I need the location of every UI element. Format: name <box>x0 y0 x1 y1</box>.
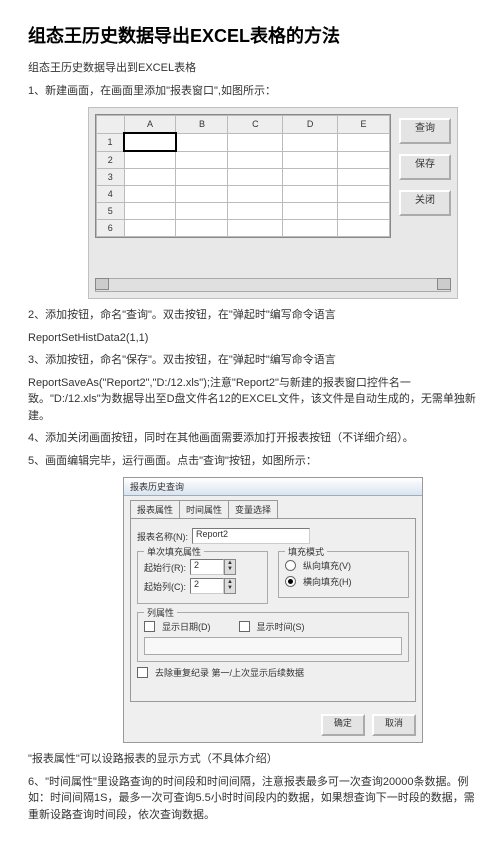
step-2: 2、添加按钮，命名"查询"。双击按钮，在"弹起时"编写命令语言 <box>28 307 476 324</box>
step-1: 1、新建画面，在画面里添加"报表窗口",如图所示： <box>28 83 476 100</box>
report-name-label: 报表名称(N): <box>137 530 188 543</box>
spinner-icon[interactable]: ▲▼ <box>224 578 236 594</box>
row-header: 5 <box>97 203 125 220</box>
code-line-2: ReportSaveAs("Report2","D:/12.xls");注意"R… <box>28 375 476 425</box>
spinner-icon[interactable]: ▲▼ <box>224 559 236 575</box>
check-show-time[interactable] <box>239 621 250 632</box>
tab-report-props[interactable]: 报表属性 <box>130 500 180 518</box>
show-time-label: 显示时间(S) <box>257 620 305 633</box>
page-title: 组态王历史数据导出EXCEL表格的方法 <box>28 22 476 48</box>
report-name-field[interactable]: Report2 <box>192 528 310 544</box>
dialog-title: 报表历史查询 <box>124 478 422 496</box>
start-col-label: 起始列(C): <box>144 580 186 593</box>
col-header: A <box>124 116 176 134</box>
horizontal-scrollbar[interactable] <box>95 278 451 292</box>
close-button[interactable]: 关闭 <box>399 190 451 216</box>
col-props-group: 列属性 <box>144 606 177 619</box>
col-header: E <box>337 116 389 134</box>
col-header: B <box>176 116 228 134</box>
radio-horizontal[interactable] <box>285 576 296 587</box>
show-date-label: 显示日期(D) <box>162 620 211 633</box>
row-header: 3 <box>97 169 125 186</box>
corner-cell <box>97 116 125 134</box>
time-format-preview <box>144 637 402 655</box>
history-query-dialog: 报表历史查询 报表属性时间属性变量选择 报表名称(N): Report2 单次填… <box>123 477 423 743</box>
report-window-screenshot: A B C D E 1 2 3 4 5 6 查询 保存 关闭 <box>88 107 458 299</box>
step-6: 6、"时间属性"里设路查询的时间段和时间间隔，注意报表最多可一次查询20000条… <box>28 774 476 824</box>
step-3: 3、添加按钮，命名"保存"。双击按钮，在"弹起时"编写命令语言 <box>28 352 476 369</box>
save-button[interactable]: 保存 <box>399 154 451 180</box>
note-report-props: "报表属性"可以设路报表的显示方式（不具体介绍） <box>28 751 476 768</box>
step-5: 5、画面编辑完毕，运行画面。点击"查询"按钮，如图所示： <box>28 453 476 470</box>
vertical-fill-label: 纵向填充(V) <box>303 559 351 572</box>
ok-button[interactable]: 确定 <box>321 714 365 736</box>
query-button[interactable]: 查询 <box>399 118 451 144</box>
start-row-label: 起始行(R): <box>144 561 186 574</box>
horizontal-fill-label: 横向填充(H) <box>303 575 352 588</box>
start-col-field[interactable]: 2 <box>190 578 224 594</box>
tab-time-props[interactable]: 时间属性 <box>179 500 229 518</box>
check-dedup[interactable] <box>137 667 148 678</box>
row-header: 1 <box>97 133 125 151</box>
col-header: D <box>283 116 338 134</box>
row-header: 4 <box>97 186 125 203</box>
cancel-button[interactable]: 取消 <box>372 714 416 736</box>
row-header: 2 <box>97 151 125 169</box>
row-header: 6 <box>97 220 125 237</box>
selected-cell[interactable] <box>124 133 176 151</box>
dedup-label: 去除重复纪录 第一/上次显示后续数据 <box>155 666 304 679</box>
fill-props-group: 单次填充属性 <box>144 545 204 558</box>
start-row-field[interactable]: 2 <box>190 559 224 575</box>
check-show-date[interactable] <box>144 621 155 632</box>
spreadsheet-grid: A B C D E 1 2 3 4 5 6 <box>95 114 391 238</box>
col-header: C <box>228 116 283 134</box>
radio-vertical[interactable] <box>285 560 296 571</box>
fill-mode-group: 填充模式 <box>285 545 327 558</box>
code-line-1: ReportSetHistData2(1,1) <box>28 330 476 347</box>
step-4: 4、添加关闭画面按钮，同时在其他画面需要添加打开报表按钮（不详细介绍）。 <box>28 430 476 447</box>
tab-var-select[interactable]: 变量选择 <box>228 500 278 518</box>
intro-line: 组态王历史数据导出到EXCEL表格 <box>28 60 476 77</box>
